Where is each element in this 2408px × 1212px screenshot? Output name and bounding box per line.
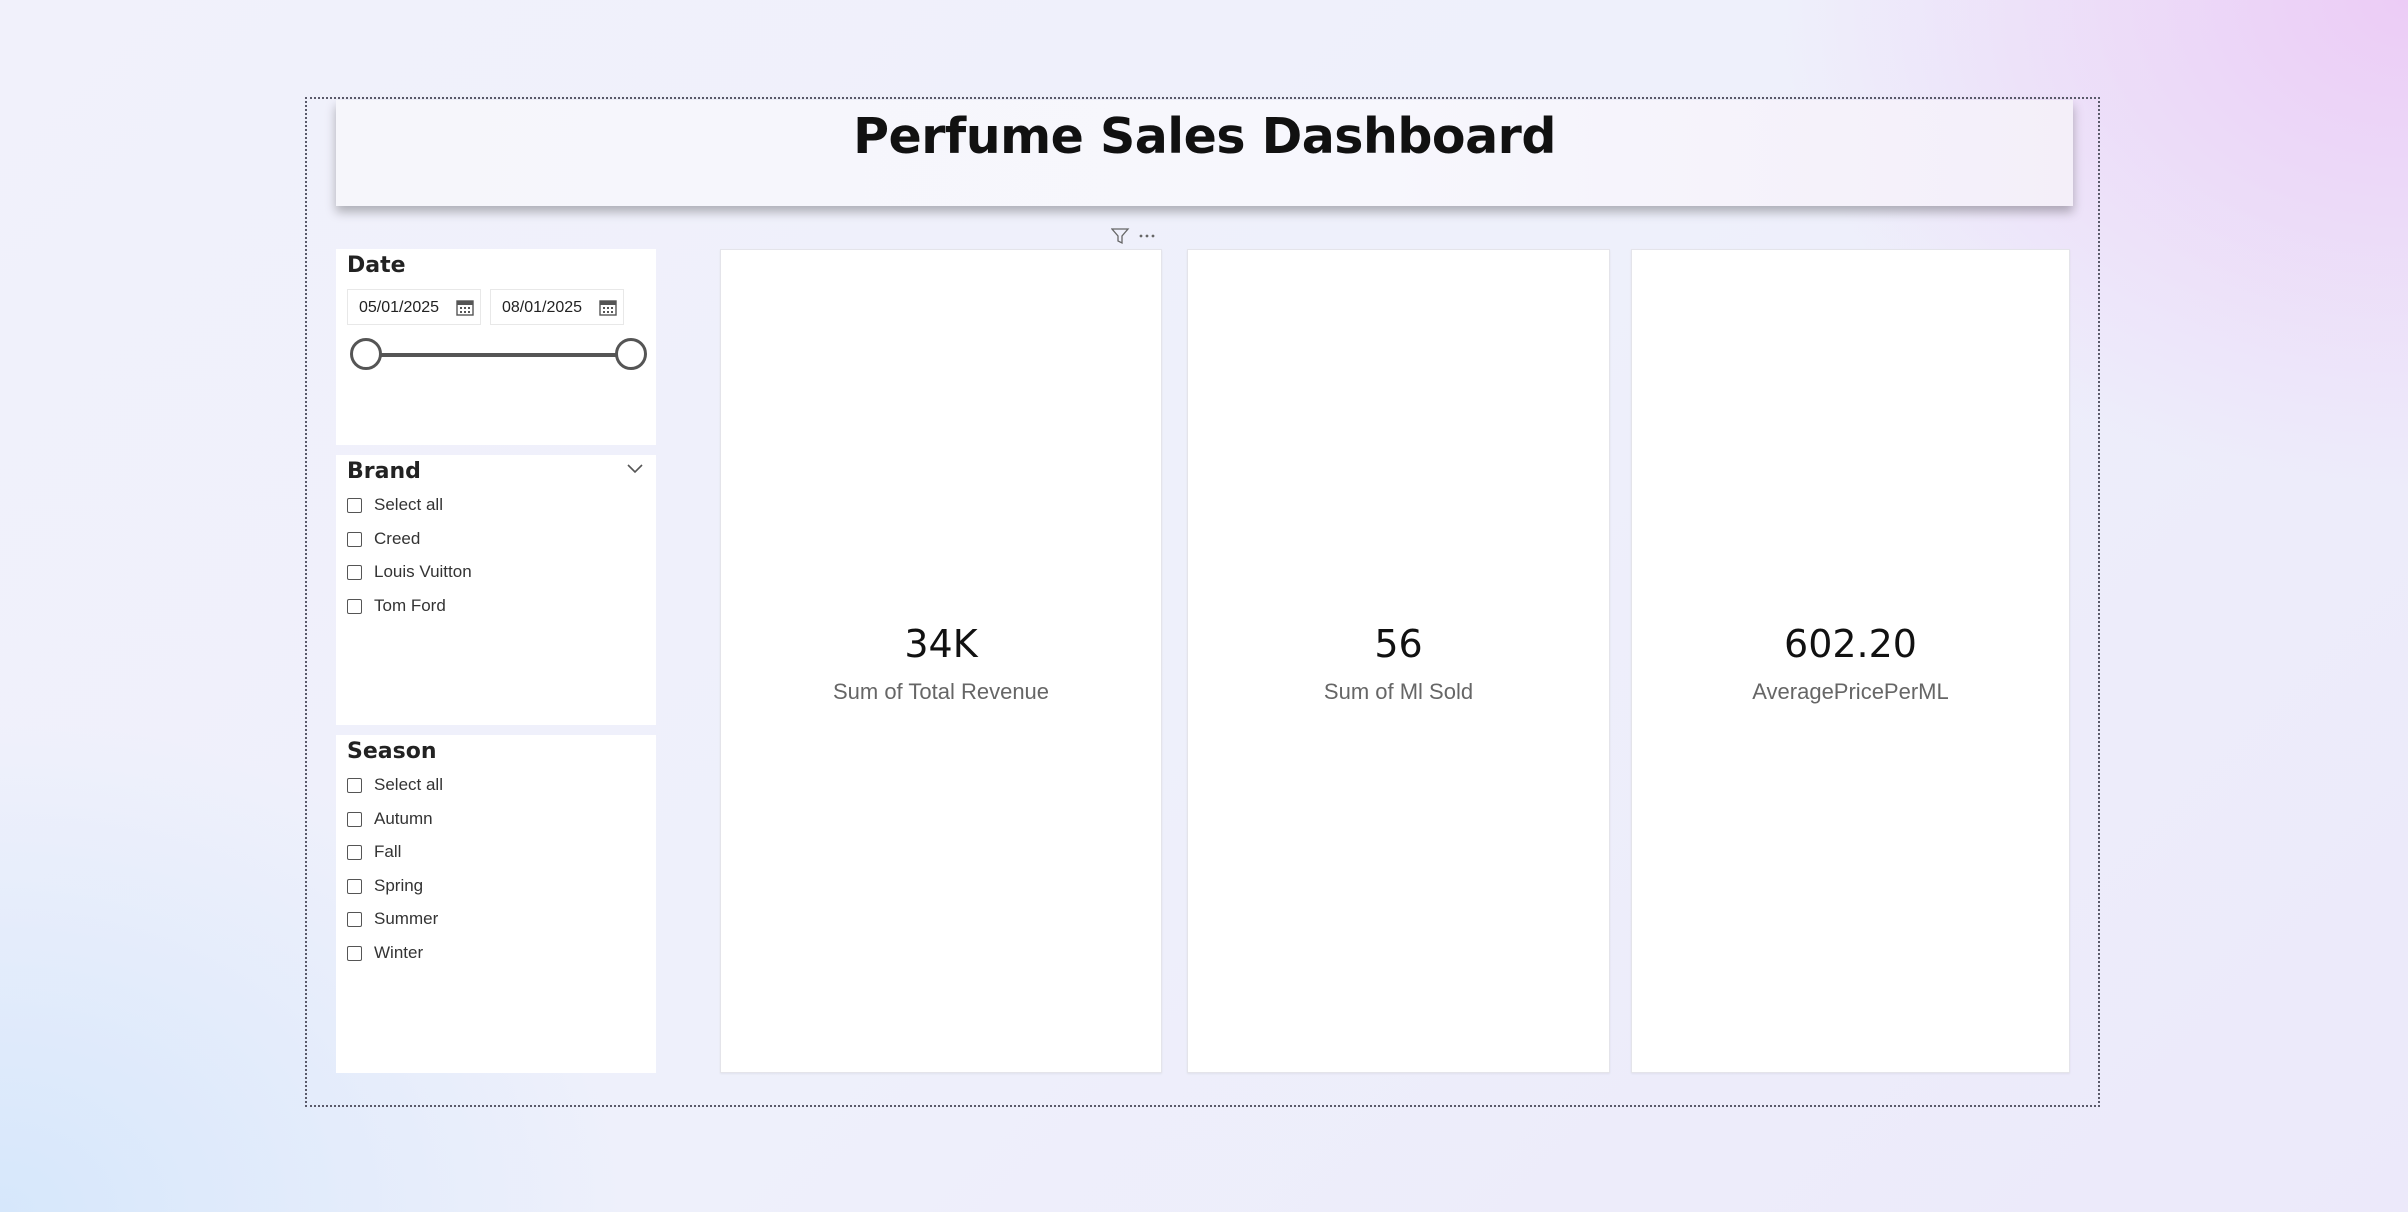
season-option-label: Autumn [374, 809, 433, 828]
season-option[interactable]: Autumn [347, 807, 433, 831]
calendar-icon[interactable] [599, 298, 617, 316]
card-label: AveragePricePerML [1752, 679, 1949, 704]
start-date-value: 05/01/2025 [359, 299, 440, 316]
end-date-value: 08/01/2025 [502, 299, 583, 316]
card-label: Sum of Total Revenue [832, 679, 1050, 704]
season-option[interactable]: Winter [347, 941, 423, 965]
kpi-card-ml-sold[interactable]: 56 Sum of Ml Sold [1187, 249, 1610, 1073]
start-date-input[interactable]: 05/01/2025 [347, 289, 481, 325]
card-label: Sum of Ml Sold [1323, 679, 1474, 704]
season-option-label: Select all [374, 775, 443, 794]
season-option-label: Summer [374, 909, 439, 928]
date-slicer-title: Date [347, 253, 406, 278]
kpi-card-total-revenue[interactable]: 34K Sum of Total Revenue [720, 249, 1162, 1073]
card-value: 602.20 [1784, 622, 1917, 666]
brand-option-label: Creed [374, 529, 421, 548]
brand-option[interactable]: Louis Vuitton [347, 560, 472, 584]
checkbox[interactable] [347, 945, 362, 961]
brand-option[interactable]: Tom Ford [347, 594, 446, 618]
season-slicer: Season Select all Autumn Fall Spring Sum… [336, 735, 656, 1073]
brand-option[interactable]: Creed [347, 527, 420, 551]
season-option[interactable]: Select all [347, 773, 443, 797]
checkbox[interactable] [347, 497, 362, 513]
brand-option-label: Louis Vuitton [374, 562, 472, 581]
brand-option-label: Select all [374, 495, 443, 514]
season-option[interactable]: Spring [347, 874, 423, 898]
more-options-icon[interactable] [1139, 234, 1155, 238]
season-option-label: Winter [374, 943, 424, 962]
season-option-label: Spring [374, 876, 424, 895]
checkbox[interactable] [347, 844, 362, 860]
end-date-input[interactable]: 08/01/2025 [490, 289, 624, 325]
card-value: 56 [1374, 622, 1423, 666]
checkbox[interactable] [347, 564, 362, 580]
season-option-label: Fall [374, 842, 402, 861]
card-value: 34K [904, 622, 978, 666]
brand-slicer-title: Brand [347, 459, 421, 484]
chevron-down-icon[interactable] [626, 463, 644, 475]
checkbox[interactable] [347, 598, 362, 614]
filter-icon[interactable] [1111, 228, 1130, 245]
kpi-card-avg-price-per-ml[interactable]: 602.20 AveragePricePerML [1631, 249, 2070, 1073]
visual-header [1111, 228, 1155, 245]
date-range-end-handle[interactable] [615, 338, 647, 370]
title-banner: Perfume Sales Dashboard [336, 100, 2073, 206]
checkbox[interactable] [347, 811, 362, 827]
calendar-icon[interactable] [456, 298, 474, 316]
brand-option[interactable]: Select all [347, 493, 443, 517]
page-title: Perfume Sales Dashboard [853, 108, 1556, 165]
brand-option-label: Tom Ford [374, 596, 446, 615]
date-slicer: Date 05/01/2025 08/01/2025 [336, 249, 656, 445]
checkbox[interactable] [347, 878, 362, 894]
brand-slicer: Brand Select all Creed Louis Vuitton Tom… [336, 455, 656, 725]
season-option[interactable]: Summer [347, 907, 438, 931]
checkbox[interactable] [347, 777, 362, 793]
checkbox[interactable] [347, 531, 362, 547]
checkbox[interactable] [347, 911, 362, 927]
date-range-start-handle[interactable] [350, 338, 382, 370]
season-option[interactable]: Fall [347, 840, 401, 864]
date-range-track[interactable] [366, 353, 646, 357]
season-slicer-title: Season [347, 739, 437, 764]
